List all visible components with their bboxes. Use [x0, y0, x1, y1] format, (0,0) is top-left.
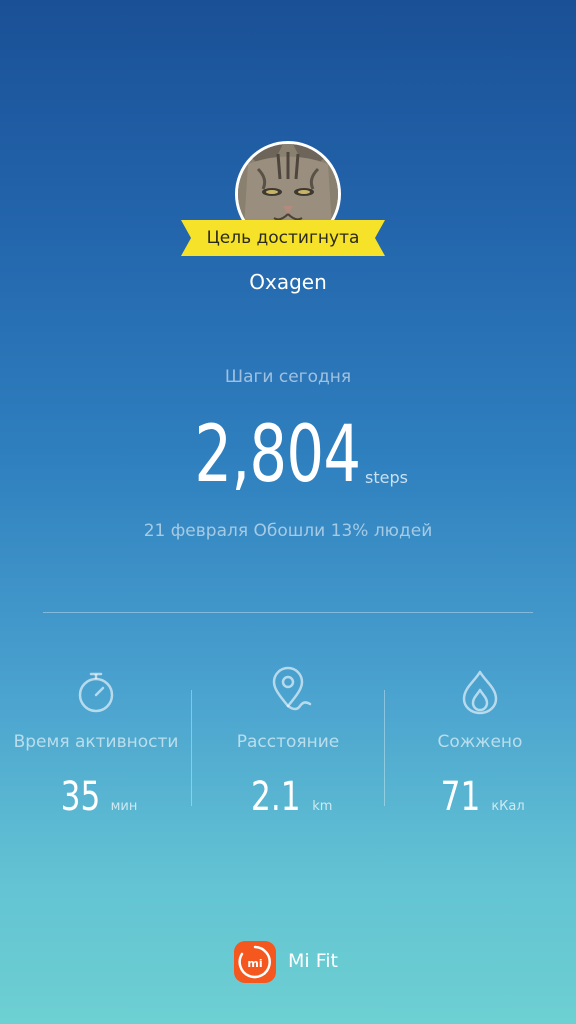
flame-icon — [462, 670, 498, 715]
stat-unit: мин — [110, 799, 138, 814]
stat-value: 2.1 — [250, 774, 301, 820]
stat-distance[interactable]: Расстояние 2.1 km — [192, 662, 384, 832]
goal-achieved-ribbon: Цель достигнута — [181, 220, 385, 256]
mi-fit-logo: mi — [234, 941, 276, 983]
mi-logo-text: mi — [247, 957, 262, 970]
stat-value: 71 — [440, 774, 481, 820]
location-pin-icon — [272, 666, 312, 711]
stat-active-time[interactable]: Время активности 35 мин — [0, 662, 192, 832]
stat-value: 35 — [60, 774, 100, 820]
stat-label: Время активности — [13, 732, 179, 752]
username: Oxagen — [249, 270, 327, 294]
steps-today-title: Шаги сегодня — [224, 367, 352, 387]
app-name: Mi Fit — [288, 950, 338, 972]
stat-calories[interactable]: Сожжено 71 кКал — [384, 662, 576, 832]
stat-unit: km — [312, 799, 333, 814]
section-divider — [43, 612, 533, 613]
stat-label: Расстояние — [236, 732, 340, 752]
stopwatch-icon — [78, 672, 114, 713]
stat-label: Сожжено — [437, 732, 523, 752]
stat-unit: кКал — [491, 799, 525, 814]
goal-achieved-label: Цель достигнута — [206, 228, 360, 248]
steps-count: 2,804 — [194, 410, 361, 500]
steps-subtitle: 21 февраля Обошли 13% людей — [143, 521, 433, 541]
mi-logo-icon: mi — [238, 945, 271, 979]
steps-unit: steps — [365, 468, 408, 487]
steps-count-row[interactable]: 2,804 — [0, 410, 576, 500]
